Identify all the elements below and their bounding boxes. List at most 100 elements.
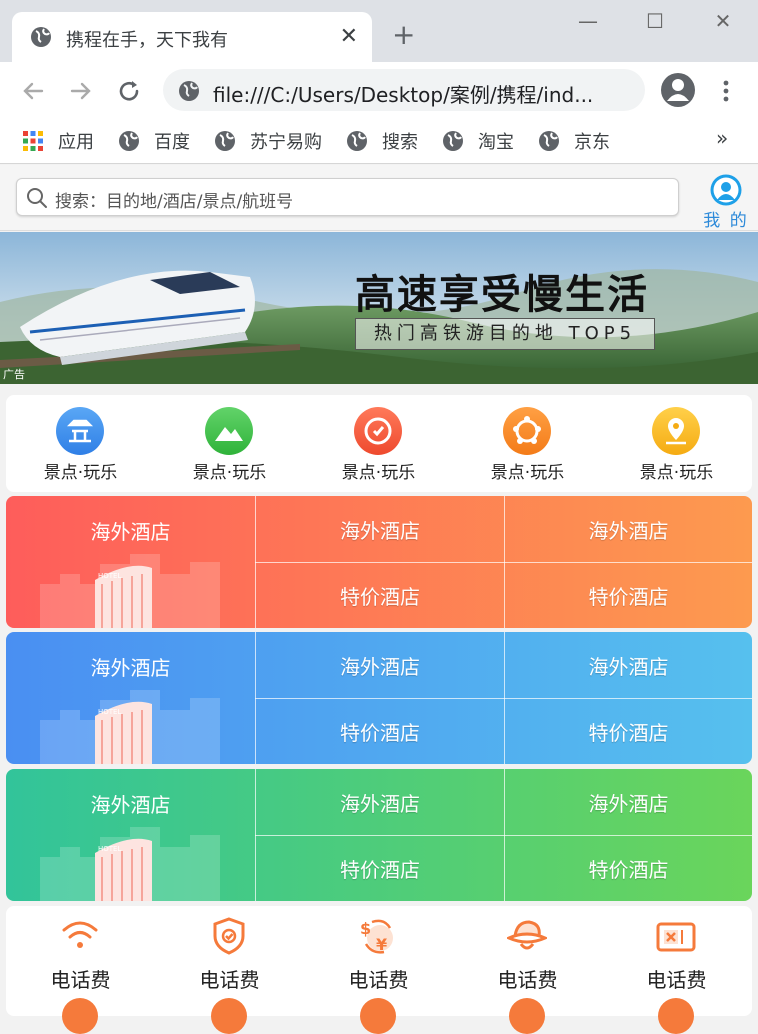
globe-icon [347,131,367,151]
ticket-icon [656,922,696,952]
hotel-block-red: 海外酒店 HOTEL 海外酒店 海外酒店 特价酒店 特价酒店 [6,496,752,628]
hotel-cell[interactable]: 特价酒店 [256,563,504,628]
more-menu-icon[interactable] [716,76,736,106]
user-avatar-icon [710,174,742,206]
tab-title: 携程在手，天下我有 [66,30,228,51]
bookmark-search[interactable]: 搜索 [346,126,418,156]
next-row-icon [62,998,98,1034]
bookmark-label: 京东 [574,132,610,153]
maximize-button[interactable]: ☐ [640,6,670,36]
wifi-icon [62,921,98,948]
hotel-cell[interactable]: 特价酒店 [505,836,752,901]
tab-close-icon[interactable]: ✕ [340,22,358,52]
utility-item-1[interactable]: 电话费 [6,906,155,1034]
apps-grid-icon [23,131,43,151]
my-account-label: 我 的 [703,211,749,231]
new-tab-button[interactable]: + [392,20,415,50]
utility-item-5[interactable]: 电话费 [602,906,751,1034]
nav-item-label: 景点·玩乐 [43,463,118,483]
bookmark-label: 淘宝 [478,132,514,153]
svg-text:$: $ [360,919,371,938]
url-text[interactable]: file:///C:/Users/Desktop/案例/携程/ind... [213,79,593,108]
bookmark-apps[interactable]: 应用 [22,126,94,156]
svg-text:HOTEL: HOTEL [98,572,121,580]
address-bar[interactable]: file:///C:/Users/Desktop/案例/携程/ind... [163,69,645,111]
nav-item-label: 景点·玩乐 [341,463,416,483]
minimize-button[interactable]: — [573,6,603,36]
bookmark-baidu[interactable]: 百度 [118,126,190,156]
ferris-wheel-icon [503,407,551,455]
svg-text:HOTEL: HOTEL [98,708,121,716]
bookmark-label: 苏宁易购 [250,132,322,153]
nav-item-5[interactable]: 景点·玩乐 [602,395,751,492]
utility-label: 电话费 [199,968,260,992]
search-icon [27,188,47,208]
browser-tab[interactable]: 携程在手，天下我有 ✕ [12,12,372,62]
next-row-icon [509,998,545,1034]
bookmark-label: 百度 [154,132,190,153]
globe-icon [31,27,51,47]
ad-tag: 广告 [3,368,25,381]
hotel-cell[interactable]: 特价酒店 [256,699,504,764]
my-account-button[interactable]: 我 的 [700,174,752,231]
forward-arrow-icon[interactable] [66,76,96,106]
bookmark-jd[interactable]: 京东 [538,126,610,156]
nav-item-2[interactable]: 景点·玩乐 [155,395,304,492]
hotel-block-green: 海外酒店 HOTEL 海外酒店 海外酒店 特价酒店 特价酒店 [6,769,752,901]
hotel-cell[interactable]: 海外酒店 [256,769,504,835]
promo-banner[interactable]: 高速享受慢生活 热门高铁游目的地 TOP5 广告 [0,232,758,384]
utility-item-3[interactable]: $ ¥ 电话费 [304,906,453,1034]
hotel-main-label: 海外酒店 [90,656,171,680]
globe-icon [179,81,199,101]
bookmark-label: 搜索 [382,132,418,153]
bookmark-label: 应用 [58,132,94,153]
search-placeholder: 搜索：目的地/酒店/景点/航班号 [55,192,294,212]
globe-icon [215,131,235,151]
utility-item-2[interactable]: 电话费 [155,906,304,1034]
nav-item-4[interactable]: 景点·玩乐 [453,395,602,492]
hotel-main-cell[interactable]: 海外酒店 HOTEL [6,632,255,764]
next-row-icon [658,998,694,1034]
hotel-main-label: 海外酒店 [90,520,171,544]
hotel-building-icon: HOTEL [40,827,220,901]
hotel-cell[interactable]: 海外酒店 [256,496,504,562]
close-window-button[interactable]: ✕ [708,6,738,36]
reload-icon[interactable] [114,76,144,106]
bookmarks-overflow-button[interactable]: » [716,126,728,150]
search-input[interactable]: 搜索：目的地/酒店/景点/航班号 [16,178,679,216]
hotel-cell[interactable]: 特价酒店 [505,699,752,764]
bookmark-taobao[interactable]: 淘宝 [442,126,514,156]
back-arrow-icon[interactable] [18,76,48,106]
location-pin-icon [652,407,700,455]
hotel-cell[interactable]: 特价酒店 [505,563,752,628]
hotel-cell[interactable]: 海外酒店 [505,496,752,562]
utility-item-4[interactable]: 电话费 [453,906,602,1034]
svg-text:HOTEL: HOTEL [98,845,121,853]
utility-grid: 电话费 电话费 $ ¥ 电话费 电话费 电话费 [6,906,752,1034]
nav-item-label: 景点·玩乐 [192,463,267,483]
nav-item-1[interactable]: 景点·玩乐 [6,395,155,492]
browser-toolbar: file:///C:/Users/Desktop/案例/携程/ind... [0,62,758,118]
hotel-main-cell[interactable]: 海外酒店 HOTEL [6,769,255,901]
hotel-building-icon: HOTEL [40,554,220,628]
hotel-cell[interactable]: 海外酒店 [505,769,752,835]
banner-subline: 热门高铁游目的地 TOP5 [355,318,655,350]
profile-avatar-icon[interactable] [660,72,696,108]
hotel-main-label: 海外酒店 [90,793,171,817]
pagoda-icon [56,407,104,455]
globe-icon [443,131,463,151]
category-nav: 景点·玩乐 景点·玩乐 景点·玩乐 景点·玩乐 景点·玩乐 [6,395,752,492]
globe-icon [539,131,559,151]
nav-item-3[interactable]: 景点·玩乐 [304,395,453,492]
hotel-cell[interactable]: 海外酒店 [256,632,504,698]
hotel-cell[interactable]: 特价酒店 [256,836,504,901]
utility-label: 电话费 [50,968,111,992]
hat-icon [507,920,547,950]
hotel-main-cell[interactable]: 海外酒店 HOTEL [6,496,255,628]
nav-item-label: 景点·玩乐 [490,463,565,483]
hotel-block-blue: 海外酒店 HOTEL 海外酒店 海外酒店 特价酒店 特价酒店 [6,632,752,764]
bookmarks-bar: 应用 百度 苏宁易购 搜索 淘宝 京东 » [0,118,758,164]
bookmark-suning[interactable]: 苏宁易购 [214,126,322,156]
refresh-badge-icon [354,407,402,455]
hotel-cell[interactable]: 海外酒店 [505,632,752,698]
